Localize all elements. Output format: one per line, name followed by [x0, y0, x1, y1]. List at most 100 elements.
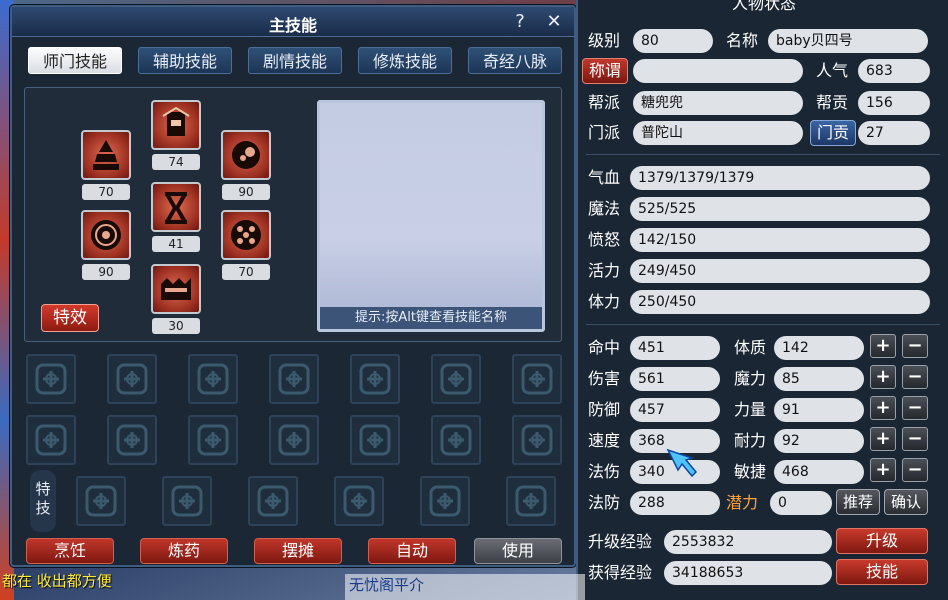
- stat-left-value: 288: [630, 491, 720, 515]
- skill-slot-7[interactable]: [151, 264, 201, 314]
- use-button[interactable]: 使用: [474, 538, 562, 564]
- name-label: 名称: [726, 31, 759, 50]
- tab-meridians[interactable]: 奇经八脉: [468, 47, 562, 74]
- recommend-button[interactable]: 推荐: [836, 489, 880, 515]
- auxiliary-skill-slot[interactable]: [350, 415, 400, 465]
- skill-preview-box: 提示:按Alt键查看技能名称: [317, 100, 545, 332]
- auto-button[interactable]: 自动: [368, 538, 456, 564]
- decrease-constitution-button[interactable]: −: [902, 334, 928, 358]
- level-label: 级别: [588, 31, 621, 50]
- special-skill-slot[interactable]: [506, 476, 556, 526]
- player-names: 无忧阁平介: [345, 574, 585, 600]
- special-skill-slot[interactable]: [248, 476, 298, 526]
- auxiliary-skill-slot[interactable]: [350, 354, 400, 404]
- skill-tabs: 师门技能 辅助技能 剧情技能 修炼技能 奇经八脉: [28, 47, 568, 75]
- skill-slot-2[interactable]: [81, 130, 131, 180]
- skills-button[interactable]: 技能: [836, 559, 928, 585]
- faction-label: 帮派: [588, 93, 621, 112]
- contribution-value: 156: [858, 91, 930, 115]
- special-skill-slot[interactable]: [162, 476, 212, 526]
- knot-icon: [521, 424, 553, 456]
- alchemy-button[interactable]: 炼药: [140, 538, 228, 564]
- stall-button[interactable]: 摆摊: [254, 538, 342, 564]
- hp-value: 1379/1379/1379: [630, 166, 930, 190]
- vitality-label: 活力: [588, 261, 621, 280]
- auxiliary-skill-slot[interactable]: [269, 354, 319, 404]
- status-title: 人物状态: [731, 0, 796, 13]
- special-skill-slot[interactable]: [420, 476, 470, 526]
- knot-icon: [515, 485, 547, 517]
- auxiliary-skill-slot[interactable]: [26, 354, 76, 404]
- auxiliary-skill-slot[interactable]: [431, 354, 481, 404]
- close-button[interactable]: ✕: [542, 10, 566, 34]
- potential-label: 潜力: [726, 493, 759, 512]
- stamina-label: 体力: [588, 292, 621, 311]
- school-contribution-button[interactable]: 门贡: [810, 120, 856, 146]
- stat-left-label: 法防: [588, 493, 621, 512]
- auxiliary-skill-slot[interactable]: [107, 415, 157, 465]
- tab-story-skills[interactable]: 剧情技能: [248, 47, 342, 74]
- knot-icon: [85, 485, 117, 517]
- skill-slot-3[interactable]: [221, 130, 271, 180]
- knot-icon: [278, 363, 310, 395]
- auxiliary-skill-slot[interactable]: [269, 415, 319, 465]
- auxiliary-skill-slot[interactable]: [107, 354, 157, 404]
- upgrade-button[interactable]: 升级: [836, 528, 928, 554]
- special-skill-label: 特技: [30, 470, 56, 532]
- decrease-strength-button[interactable]: −: [902, 396, 928, 420]
- special-skill-slot[interactable]: [334, 476, 384, 526]
- decrease-endurance-button[interactable]: −: [902, 427, 928, 451]
- title-value: [633, 59, 803, 83]
- level-value: 80: [633, 29, 713, 53]
- decrease-agility-button[interactable]: −: [902, 458, 928, 482]
- stat-left-label: 防御: [588, 400, 621, 419]
- title-button[interactable]: 称谓: [582, 58, 628, 84]
- skill-window-titlebar[interactable]: 主技能 ? ✕: [12, 7, 574, 37]
- increase-agility-button[interactable]: +: [870, 458, 896, 482]
- increase-endurance-button[interactable]: +: [870, 427, 896, 451]
- skill-slot-5[interactable]: [81, 210, 131, 260]
- potential-value: 0: [770, 491, 832, 515]
- effects-button[interactable]: 特效: [41, 304, 99, 332]
- auxiliary-skill-slot[interactable]: [512, 354, 562, 404]
- pagoda-icon: [93, 140, 119, 170]
- auxiliary-skill-slot[interactable]: [512, 415, 562, 465]
- help-button[interactable]: ?: [508, 10, 532, 34]
- knot-icon: [116, 363, 148, 395]
- skill-slot-6[interactable]: [221, 210, 271, 260]
- auxiliary-skill-slot[interactable]: [188, 415, 238, 465]
- skill-level-4: 41: [152, 236, 200, 252]
- rage-label: 愤怒: [588, 230, 621, 249]
- increase-constitution-button[interactable]: +: [870, 334, 896, 358]
- auxiliary-skill-slot[interactable]: [431, 415, 481, 465]
- knot-icon: [171, 485, 203, 517]
- stamina-value: 250/450: [630, 290, 930, 314]
- tab-assist-skills[interactable]: 辅助技能: [138, 47, 232, 74]
- skill-slot-4[interactable]: [151, 182, 201, 232]
- knot-icon: [343, 485, 375, 517]
- auxiliary-skill-slot[interactable]: [26, 415, 76, 465]
- wave-icon: [161, 278, 191, 300]
- pointer-cursor-icon: [666, 448, 698, 478]
- special-skill-slot[interactable]: [76, 476, 126, 526]
- faction-value: 糖兜兜: [633, 91, 803, 115]
- skill-slot-1[interactable]: [151, 100, 201, 150]
- tab-cultivation-skills[interactable]: 修炼技能: [358, 47, 452, 74]
- knot-icon: [197, 363, 229, 395]
- upgrade-exp-label: 升级经验: [588, 532, 653, 551]
- decrease-magic-button[interactable]: −: [902, 365, 928, 389]
- stat-left-label: 伤害: [588, 369, 621, 388]
- knot-icon: [440, 363, 472, 395]
- confirm-button[interactable]: 确认: [884, 489, 928, 515]
- helmet-icon: [162, 106, 190, 136]
- cooking-button[interactable]: 烹饪: [26, 538, 114, 564]
- school-value: 普陀山: [633, 121, 803, 145]
- increase-strength-button[interactable]: +: [870, 396, 896, 420]
- knot-icon: [116, 424, 148, 456]
- knot-icon: [440, 424, 472, 456]
- attribute-label: 力量: [734, 400, 767, 419]
- increase-magic-button[interactable]: +: [870, 365, 896, 389]
- tab-school-skills[interactable]: 师门技能: [28, 47, 122, 74]
- auxiliary-skill-slot[interactable]: [188, 354, 238, 404]
- skill-level-6: 70: [222, 264, 270, 280]
